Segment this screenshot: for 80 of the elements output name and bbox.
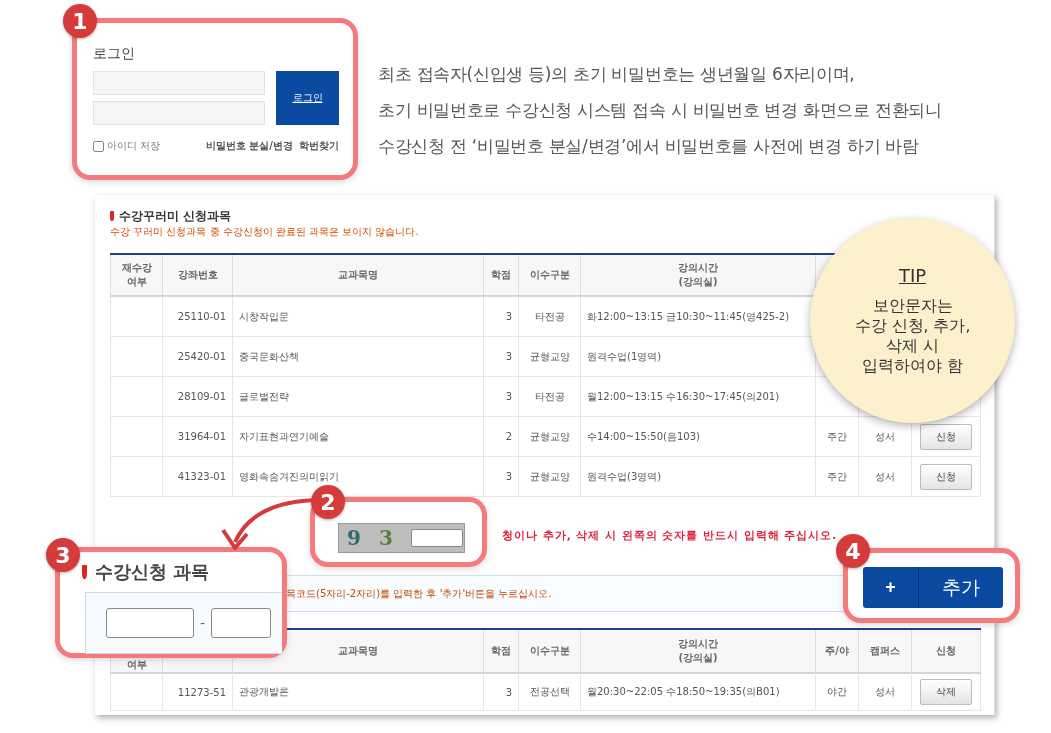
footer-link[interactable]: 학번찾기 (299, 139, 339, 153)
login-button[interactable]: 로그인 (276, 71, 339, 125)
table-cell: 25110-01 (177, 311, 226, 322)
table-cell: 41323-01 (177, 471, 226, 482)
table-cell: 타전공 (534, 310, 565, 322)
course-action-button[interactable]: 신청 (920, 423, 972, 450)
column-header: 캠퍼스 (858, 629, 912, 673)
section-code-input[interactable] (211, 608, 272, 638)
table-cell: 전공선택 (529, 686, 570, 697)
course-code-input[interactable] (106, 608, 194, 638)
table-cell: 원격수업(3영역) (587, 470, 662, 482)
table-cell: 25420-01 (177, 351, 226, 362)
hint-text: 목코드(5자리-2자리)를 입력한 후 '추가'버튼을 누르십시오. (286, 586, 552, 601)
step-badge: 1 (63, 4, 97, 38)
table-cell: 수14:00~15:50(음103) (587, 430, 700, 442)
table-cell: 28109-01 (177, 391, 226, 402)
captcha-digit: 3 (378, 526, 393, 550)
table-cell: 균형교양 (529, 470, 570, 482)
table-cell: 관광개발론 (239, 686, 289, 697)
course-action-button[interactable]: 삭제 (920, 679, 972, 705)
add-button[interactable]: + 추가 (863, 567, 1003, 608)
column-header: 주/야 (815, 629, 859, 673)
captcha-notice: 청이나 추가, 삭제 시 왼쪽의 숫자를 반드시 입력해 주십시오. (502, 529, 838, 543)
id-input[interactable] (93, 71, 265, 95)
checkbox[interactable] (93, 140, 104, 152)
table-cell: 균형교양 (529, 350, 570, 362)
column-header: 이수구분 (518, 629, 581, 673)
table-cell: 2 (505, 431, 512, 442)
table-cell: 월12:00~13:15 수16:30~17:45(의201) (587, 390, 780, 402)
table-cell: 3 (505, 686, 512, 698)
column-header: 학점 (483, 254, 519, 296)
step-badge: 3 (46, 538, 80, 572)
table-cell: 31964-01 (177, 431, 226, 442)
table-cell: 11273-51 (177, 686, 226, 698)
table-cell: 화12:00~13:15 금10:30~11:45(영425-2) (587, 310, 790, 322)
table-cell: 원격수업(1영역) (587, 350, 662, 362)
column-header: 신청 (911, 629, 981, 673)
password-input[interactable] (93, 101, 265, 125)
instruction-text: 수강신청 전 ‘비밀번호 분실/변경’에서 비밀번호를 사전에 변경 하기 바람 (378, 135, 920, 158)
column-header: 교과목명 (232, 254, 484, 296)
table-cell: 성서 (875, 686, 895, 697)
table-cell: 중국문화산책 (239, 350, 299, 362)
table-cell: 성서 (875, 470, 895, 482)
section-title: 수강꾸러미 신청과목 (119, 207, 232, 225)
table-cell: 글로벌전략 (239, 390, 289, 402)
column-header: 이수구분 (518, 254, 581, 296)
table-cell: 3 (505, 391, 512, 402)
column-header: 강의시간 (강의실) (580, 629, 816, 673)
checkbox-label: 아이디 저장 (107, 139, 161, 153)
notice-text: 수강 꾸러미 신청과목 중 수강신청이 완료된 과목은 보이지 않습니다. (110, 225, 420, 239)
instruction-text: 초기 비밀번호로 수강신청 시스템 접속 시 비밀번호 변경 화면으로 전환되니 (378, 99, 942, 122)
table-cell: 주간 (827, 470, 847, 482)
table-cell: 영화속숨겨진의미읽기 (239, 470, 339, 482)
table-cell: 균형교양 (529, 430, 570, 442)
table-cell: 야간 (827, 686, 847, 697)
column-header: 재수강 여부 (110, 254, 163, 296)
table-cell: 자기표현과연기예술 (239, 430, 329, 442)
instruction-text: 최초 접속자(신입생 등)의 초기 비밀번호는 생년월일 6자리이며, (378, 63, 856, 86)
table-cell: 월20:30~22:05 수18:50~19:35(의B01) (587, 686, 780, 697)
course-action-button[interactable]: 신청 (920, 463, 972, 490)
table-cell: 시창작입문 (239, 310, 289, 322)
table-cell: 3 (505, 471, 512, 482)
column-header: 학점 (483, 629, 519, 673)
table-cell: 3 (505, 311, 512, 322)
footer-link[interactable]: 비밀번호 분실/변경 (205, 139, 293, 153)
column-header: 강좌번호 (162, 254, 233, 296)
tip-text: 보안문자는 수강 신청, 추가, 삭제 시 입력하여야 함 (854, 295, 971, 377)
login-title: 로그인 (93, 45, 136, 63)
separator-text: - (200, 615, 206, 631)
table-cell: 타전공 (534, 390, 565, 402)
table-cell: 주간 (827, 430, 847, 442)
captcha-input[interactable] (410, 529, 463, 547)
captcha-digit: 9 (347, 526, 361, 550)
column-header: 강의시간 (강의실) (580, 254, 816, 296)
section-title: 수강신청 과목 (95, 560, 210, 584)
section-marker-icon (110, 211, 114, 221)
tip-title: TIP (898, 264, 927, 286)
table-cell: 3 (505, 351, 512, 362)
section-marker-icon (82, 565, 87, 579)
table-cell: 성서 (875, 430, 895, 442)
